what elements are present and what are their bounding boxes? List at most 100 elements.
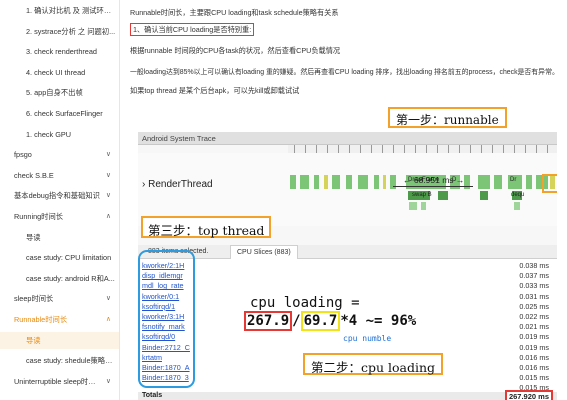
- trace-slice[interactable]: [314, 175, 319, 189]
- ruler-tick: [459, 145, 460, 153]
- formula-total-value: 267.9: [244, 311, 293, 331]
- trace-slice[interactable]: [480, 191, 488, 200]
- trace-slice[interactable]: [300, 175, 309, 189]
- trace-slice[interactable]: [421, 202, 426, 210]
- sidebar-item[interactable]: Uninterruptible sleep时间长 ∨: [0, 373, 119, 390]
- chevron-down-icon[interactable]: ∨: [106, 373, 111, 390]
- formula-window-value: 69.7: [300, 311, 341, 331]
- ruler-tick: [437, 145, 438, 153]
- trace-slice[interactable]: [374, 175, 379, 189]
- step1-annotation: 第一步：runnable: [388, 107, 507, 128]
- slice-label: dequ: [511, 192, 525, 198]
- sidebar-item[interactable]: sleep时间长 ∨: [0, 290, 119, 307]
- timeline-ruler: [288, 145, 557, 153]
- trace-slice[interactable]: [358, 175, 368, 189]
- time-value: 0.021 ms: [519, 322, 549, 332]
- step3-annotation: 第三步：top thread: [141, 216, 272, 238]
- track-slices: DrawFrame D Dr swap Bdequ: [288, 153, 557, 226]
- track-label: › RenderThread: [142, 179, 213, 190]
- measure-readout: ← 68.951 ms →: [403, 175, 465, 185]
- time-value: 0.016 ms: [519, 352, 549, 362]
- ruler-tick: [404, 145, 405, 153]
- sidebar-item-label: sleep时间长: [14, 294, 54, 304]
- sidebar-item-label: case study: shedule策略导...: [26, 356, 116, 366]
- sidebar-item[interactable]: 基本debug指令和基础知识 ∨: [0, 187, 119, 204]
- sidebar-item[interactable]: 1. check GPU: [0, 126, 119, 143]
- sidebar-item[interactable]: case study: CPU limitation: [0, 249, 119, 266]
- totals-row: Totals 267.920 ms: [138, 390, 557, 400]
- ruler-tick: [338, 145, 339, 153]
- chevron-down-icon[interactable]: ∨: [106, 187, 111, 204]
- ruler-tick: [470, 145, 471, 153]
- article-line-1: Runnable时间长，主要跟CPU loading和task schedule…: [130, 8, 339, 17]
- time-value: 0.016 ms: [519, 363, 549, 372]
- sidebar-item[interactable]: 1. 确认对比机 及 测试环境...: [0, 2, 119, 19]
- sidebar-item[interactable]: check S.B.E ∨: [0, 167, 119, 184]
- time-value: 0.019 ms: [519, 332, 549, 342]
- ruler-tick: [360, 145, 361, 153]
- trace-slice[interactable]: [383, 175, 386, 189]
- step2-annotation: 第二步：cpu loading: [303, 353, 444, 375]
- formula-title: cpu loading =: [250, 295, 360, 311]
- runnable-selection-box: [542, 174, 557, 193]
- sidebar-item-label: 6. check SurfaceFlinger: [26, 109, 103, 118]
- chevron-up-icon[interactable]: ∧: [106, 311, 111, 328]
- ruler-tick: [448, 145, 449, 153]
- measure-line: [393, 186, 473, 187]
- sidebar-item[interactable]: case study: android R和A...: [0, 270, 119, 287]
- sidebar-item[interactable]: fpsgo ∨: [0, 146, 119, 163]
- ruler-tick: [327, 145, 328, 153]
- sidebar-item[interactable]: Runnable时间长 ∧: [0, 311, 119, 328]
- trace-slice[interactable]: [346, 175, 352, 189]
- trace-slice[interactable]: [332, 175, 340, 189]
- time-value: 0.031 ms: [519, 291, 549, 301]
- sidebar-item-label: Runnable时间长: [14, 315, 68, 324]
- details-tab-bar: 883 items selected. CPU Slices (883): [138, 245, 557, 259]
- trace-slice[interactable]: [514, 202, 520, 210]
- ruler-tick: [371, 145, 372, 153]
- chevron-down-icon[interactable]: ∨: [106, 146, 111, 163]
- time-value: 0.038 ms: [519, 261, 549, 270]
- sidebar-item-label: Running时间长: [14, 212, 64, 221]
- sidebar-item[interactable]: case study: shedule策略导...: [0, 352, 119, 369]
- sidebar-item-label: 导读: [26, 232, 41, 242]
- trace-slice[interactable]: [494, 175, 502, 189]
- sidebar-item[interactable]: Running时间长 ∧: [0, 208, 119, 225]
- sidebar-item[interactable]: 5. app自身不出帧: [0, 84, 119, 101]
- ruler-tick: [415, 145, 416, 153]
- ruler-tick: [294, 145, 295, 153]
- sidebar-item[interactable]: 4. check UI thread: [0, 64, 119, 81]
- sidebar-item[interactable]: 导读: [0, 229, 119, 246]
- sidebar-item-label: 基本debug指令和基础知识: [14, 191, 100, 201]
- ruler-tick: [514, 145, 515, 153]
- time-value: 0.019 ms: [519, 342, 549, 352]
- totals-value: 267.920 ms: [504, 390, 553, 400]
- sidebar-item[interactable]: 6. check SurfaceFlinger: [0, 105, 119, 122]
- sidebar-item[interactable]: 3. check renderthread: [0, 43, 119, 60]
- trace-slice[interactable]: [438, 191, 448, 200]
- ruler-tick: [316, 145, 317, 153]
- chevron-down-icon[interactable]: ∨: [106, 167, 111, 184]
- ruler-tick: [503, 145, 504, 153]
- trace-slice[interactable]: [324, 175, 328, 189]
- chevron-down-icon[interactable]: ∨: [106, 290, 111, 307]
- trace-slice[interactable]: [478, 175, 490, 189]
- trace-slice[interactable]: [526, 175, 532, 189]
- trace-slice[interactable]: [290, 175, 296, 189]
- ruler-tick: [426, 145, 427, 153]
- ruler-tick: [481, 145, 482, 153]
- sidebar-item-label: 3. check renderthread: [26, 47, 97, 57]
- trace-slice[interactable]: [409, 202, 417, 210]
- chevron-up-icon[interactable]: ∧: [106, 208, 111, 225]
- time-value: 0.022 ms: [519, 312, 549, 321]
- article-line-4: 一般loading达到85%以上可以确认有loading 重的嫌疑。然后再查看C…: [130, 69, 559, 76]
- sidebar-item[interactable]: 2. systrace分析 之 问题初...: [0, 23, 119, 40]
- sidebar-item[interactable]: 导读: [0, 331, 119, 349]
- tab-cpu-slices[interactable]: CPU Slices (883): [230, 245, 298, 259]
- sidebar-item-label: case study: CPU limitation: [26, 253, 112, 263]
- sidebar-item-label: 5. app自身不出帧: [26, 88, 83, 98]
- formula-rest: *4 ~= 96%: [340, 313, 417, 329]
- highlighted-step-heading: 1、确认当前CPU loading是否特别重:: [130, 23, 255, 36]
- sidebar-item-label: case study: android R和A...: [26, 273, 115, 283]
- slice-label: swap B: [412, 192, 432, 198]
